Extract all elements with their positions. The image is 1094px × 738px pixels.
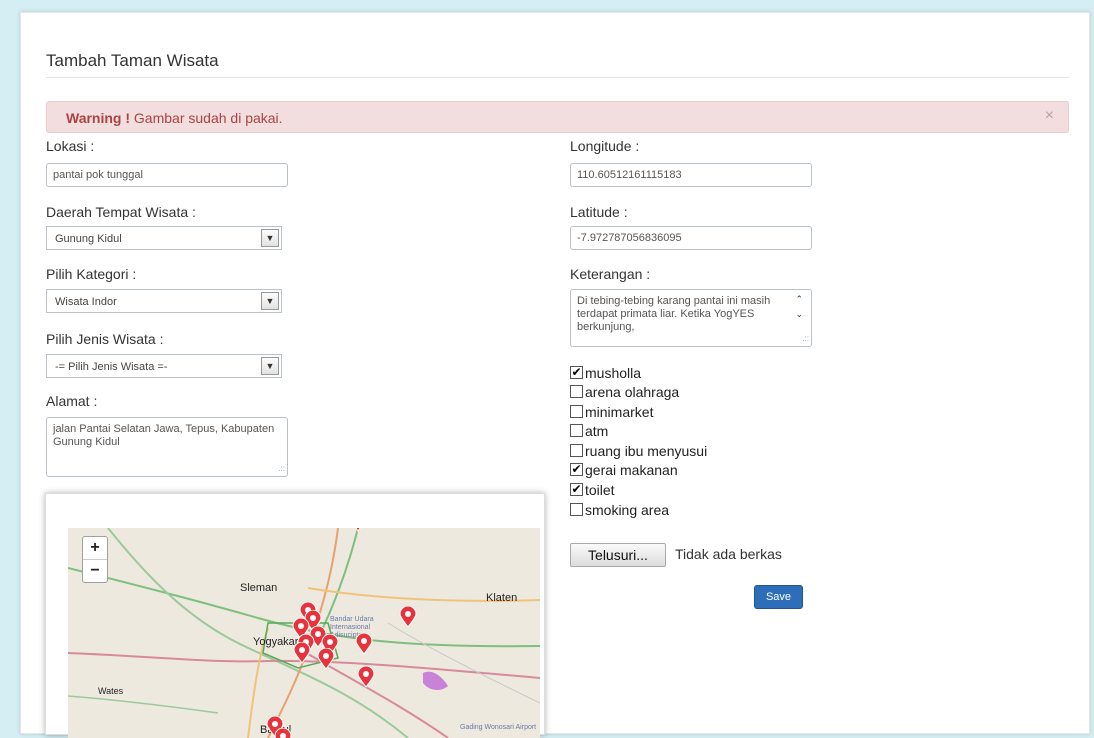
checkbox-checked-icon[interactable]: ✔ (570, 463, 583, 476)
facility-label: musholla (585, 365, 642, 381)
page-title: Tambah Taman Wisata (46, 51, 219, 70)
warning-alert: Warning ! Gambar sudah di pakai. × (46, 101, 1069, 133)
alert-message: Gambar sudah di pakai. (130, 110, 283, 126)
chevron-down-icon[interactable]: ▼ (261, 229, 279, 247)
save-button[interactable]: Save (754, 585, 803, 609)
chevron-down-icon[interactable]: ▼ (261, 292, 279, 310)
keterangan-label: Keterangan : (570, 266, 651, 282)
zoom-control: + − (82, 536, 108, 583)
keterangan-textarea[interactable]: Di tebing-tebing karang pantai ini masih… (570, 289, 812, 347)
map-label-sleman: Sleman (240, 582, 278, 594)
facility-label: smoking area (585, 502, 670, 518)
kategori-label: Pilih Kategori : (46, 266, 137, 282)
checkbox-unchecked-icon[interactable] (570, 424, 583, 437)
map[interactable]: Sleman Klaten Yogyakarta Wates Bantul Ba… (68, 528, 540, 738)
alamat-textarea[interactable]: jalan Pantai Selatan Jawa, Tepus, Kabupa… (46, 417, 288, 477)
checkbox-unchecked-icon[interactable] (570, 503, 583, 516)
jenis-label: Pilih Jenis Wisata : (46, 331, 164, 347)
kategori-select[interactable]: Wisata Indor ▼ (46, 289, 282, 313)
longitude-label: Longitude : (570, 138, 640, 154)
latitude-label: Latitude : (570, 204, 628, 220)
alamat-label: Alamat : (46, 393, 98, 409)
alamat-value: jalan Pantai Selatan Jawa, Tepus, Kabupa… (53, 423, 275, 448)
checkbox-unchecked-icon[interactable] (570, 444, 583, 457)
map-marker-icon[interactable] (317, 648, 335, 670)
kategori-value: Wisata Indor (55, 296, 117, 308)
daerah-label: Daerah Tempat Wisata : (46, 204, 196, 220)
keterangan-value: Di tebing-tebing karang pantai ini masih… (577, 295, 771, 333)
scroll-down-icon[interactable]: ⌄ (795, 308, 803, 321)
browse-button[interactable]: Telusuri... (570, 543, 666, 567)
map-marker-icon[interactable] (355, 633, 373, 655)
alert-strong: Warning ! (66, 110, 131, 126)
facility-label: minimarket (585, 404, 654, 420)
checkbox-checked-icon[interactable]: ✔ (570, 483, 583, 496)
chevron-down-icon[interactable]: ▼ (261, 357, 279, 375)
facility-label: arena olahraga (585, 384, 680, 400)
checkbox-unchecked-icon[interactable] (570, 405, 583, 418)
latitude-input[interactable]: -7.972787056836095 (570, 226, 812, 250)
map-label-wonosari-airport: Gading Wonosari Airport (460, 724, 537, 731)
facility-label: gerai makanan (585, 462, 678, 478)
checkbox-unchecked-icon[interactable] (570, 385, 583, 398)
map-marker-icon[interactable] (274, 728, 292, 738)
jenis-select[interactable]: -= Pilih Jenis Wisata =- ▼ (46, 354, 282, 378)
map-label-wates: Wates (98, 686, 124, 696)
resize-handle-icon[interactable]: .:: (802, 332, 809, 345)
daerah-select[interactable]: Gunung Kidul ▼ (46, 226, 282, 250)
form-panel: Tambah Taman Wisata Warning ! Gambar sud… (20, 12, 1090, 738)
zoom-in-button[interactable]: + (83, 537, 107, 560)
facility-label: toilet (585, 482, 615, 498)
facility-label: ruang ibu menyusui (585, 443, 708, 459)
daerah-value: Gunung Kidul (55, 233, 122, 245)
title-divider (46, 77, 1069, 78)
map-marker-icon[interactable] (399, 606, 417, 628)
file-status: Tidak ada berkas (675, 546, 782, 562)
facility-label: atm (585, 423, 609, 439)
close-icon[interactable]: × (1045, 107, 1054, 125)
map-marker-icon[interactable] (349, 528, 367, 532)
map-card: Sleman Klaten Yogyakarta Wates Bantul Ba… (45, 493, 545, 738)
map-marker-icon[interactable] (357, 666, 375, 688)
scroll-up-icon[interactable]: ⌃ (795, 293, 803, 306)
resize-handle-icon[interactable]: .:: (278, 462, 285, 475)
zoom-out-button[interactable]: − (83, 560, 107, 582)
lokasi-input[interactable]: pantai pok tunggal (46, 163, 288, 187)
jenis-value: -= Pilih Jenis Wisata =- (55, 361, 168, 373)
longitude-input[interactable]: 110.60512161115183 (570, 163, 812, 187)
map-label-klaten: Klaten (486, 592, 518, 604)
lokasi-label: Lokasi : (46, 138, 95, 154)
map-marker-icon[interactable] (293, 642, 311, 664)
checkbox-checked-icon[interactable]: ✔ (570, 366, 583, 379)
